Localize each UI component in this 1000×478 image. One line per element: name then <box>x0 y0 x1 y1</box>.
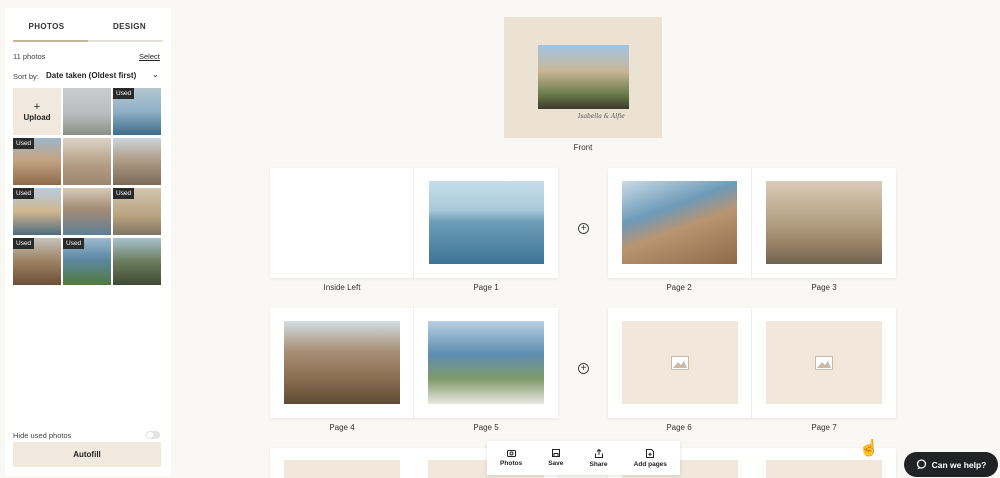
page-2-photo[interactable] <box>622 181 737 264</box>
add-pages-label: Add pages <box>633 460 667 468</box>
save-icon <box>551 449 560 457</box>
page-label: Inside Left <box>323 283 361 292</box>
spread-page-4-5 <box>270 308 558 418</box>
page-label: Page 7 <box>811 423 837 432</box>
used-badge: Used <box>13 188 35 199</box>
photo-thumbnail[interactable] <box>63 138 111 185</box>
plus-icon: + <box>33 100 41 113</box>
front-cover[interactable]: Isabella & Alfie <box>504 17 662 138</box>
help-chat-button[interactable]: Can we help? <box>904 452 998 477</box>
photo-count: 11 photos <box>13 52 46 61</box>
page-7-placeholder[interactable] <box>766 321 882 404</box>
add-page-icon[interactable]: + <box>578 223 589 234</box>
photo-thumbnail[interactable]: Used <box>63 238 111 285</box>
cover-title: Isabella & Alfie <box>578 113 625 120</box>
photo-thumbnail[interactable]: Used <box>13 188 61 235</box>
used-badge: Used <box>113 188 135 199</box>
photo-thumbnail[interactable] <box>63 88 111 135</box>
photo-thumbnail[interactable]: Used <box>113 88 161 135</box>
photo-thumbnail[interactable]: Used <box>113 188 161 235</box>
photo-thumbnail[interactable] <box>113 138 161 185</box>
cover-photo <box>538 45 629 109</box>
add-page-icon[interactable]: + <box>578 363 589 374</box>
save-button[interactable]: Save <box>548 449 563 467</box>
camera-icon <box>506 450 516 457</box>
upload-button[interactable]: + Upload <box>13 88 61 135</box>
page-6-placeholder[interactable] <box>622 321 738 404</box>
page-3-photo[interactable] <box>766 181 882 264</box>
spread-page-2-3 <box>608 168 896 278</box>
share-button[interactable]: Share <box>589 448 608 468</box>
photos-label: Photos <box>500 460 523 467</box>
share-icon <box>594 448 603 458</box>
sort-label: Sort by: <box>13 72 39 81</box>
image-placeholder-icon <box>671 355 689 370</box>
share-label: Share <box>589 460 608 468</box>
page-label: Page 5 <box>473 423 499 432</box>
photos-button[interactable]: Photos <box>500 449 522 467</box>
sort-dropdown[interactable]: Date taken (Oldest first) <box>46 71 136 80</box>
used-badge: Used <box>113 88 135 99</box>
photo-thumbnail[interactable]: Used <box>13 138 61 185</box>
hide-used-label: Hide used photos <box>13 431 72 440</box>
tab-design[interactable]: DESIGN <box>88 22 171 31</box>
page-1-photo[interactable] <box>429 181 544 264</box>
photo-thumbnail[interactable]: Used <box>13 238 61 285</box>
chat-icon <box>916 459 926 470</box>
chevron-down-icon[interactable]: ⌄ <box>152 70 159 79</box>
add-pages-icon <box>646 448 655 458</box>
spread-page-6-7 <box>608 308 896 418</box>
photo-thumbnail[interactable] <box>63 188 111 235</box>
tab-indicator <box>13 40 163 42</box>
front-label: Front <box>573 143 593 152</box>
hand-cursor-icon: ☝ <box>859 440 879 457</box>
used-badge: Used <box>13 138 35 149</box>
select-link[interactable]: Select <box>139 52 160 61</box>
page-label: Page 1 <box>473 283 499 292</box>
tab-photos[interactable]: PHOTOS <box>5 22 88 31</box>
spread-inside-left-page-1 <box>270 168 558 278</box>
page-4-photo[interactable] <box>284 321 400 404</box>
page-label: Page 6 <box>666 423 692 432</box>
photo-thumbnail[interactable] <box>113 238 161 285</box>
page-label: Page 4 <box>329 423 355 432</box>
help-label: Can we help? <box>931 459 987 470</box>
image-placeholder-icon <box>815 355 833 370</box>
upload-label: Upload <box>23 112 51 122</box>
page-label: Page 3 <box>811 283 837 292</box>
photos-sidebar: PHOTOS DESIGN 11 photos Select Sort by: … <box>5 8 171 476</box>
add-pages-button[interactable]: Add pages <box>633 448 667 468</box>
used-badge: Used <box>13 238 35 249</box>
hide-used-toggle[interactable] <box>146 431 160 439</box>
save-label: Save <box>548 460 564 467</box>
used-badge: Used <box>63 238 85 249</box>
page-5-photo[interactable] <box>428 321 544 404</box>
bottom-toolbar: Photos Save Share Add pages <box>487 441 680 475</box>
autofill-button[interactable]: Autofill <box>13 442 161 467</box>
page-label: Page 2 <box>666 283 692 292</box>
